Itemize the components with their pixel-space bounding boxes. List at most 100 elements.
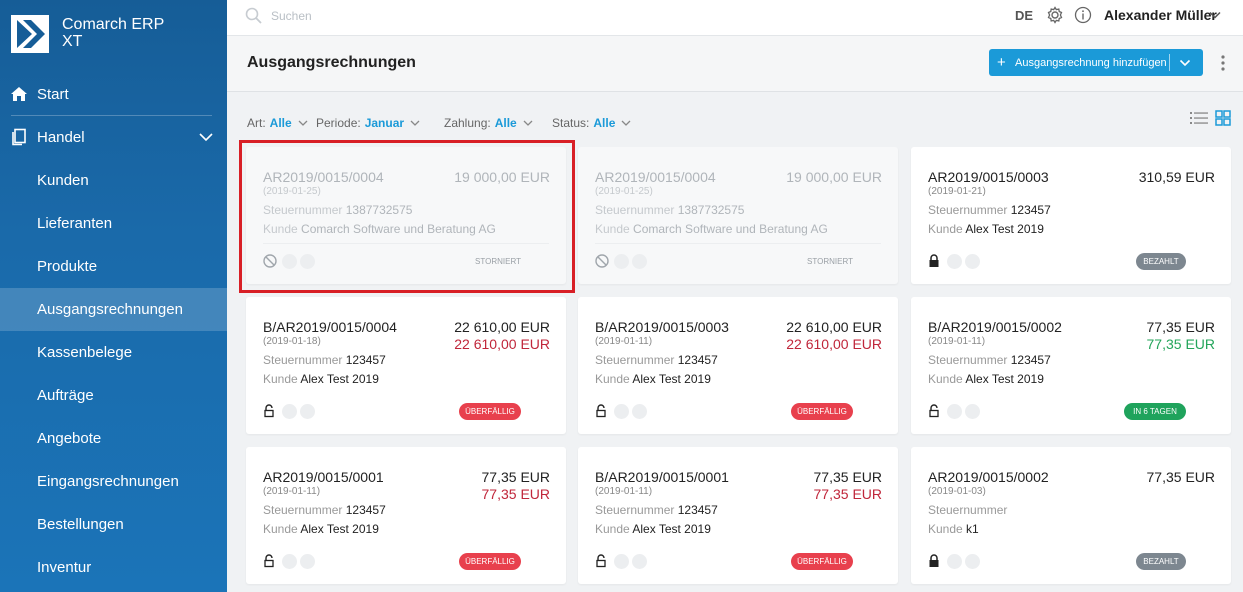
invoice-number: B/AR2019/0015/0002 [928, 319, 1062, 335]
home-icon [11, 87, 27, 101]
sidebar-item-label: Produkte [37, 258, 98, 275]
status-badge: IN 6 TAGEN [1124, 403, 1186, 420]
filter-zahlung[interactable]: Zahlung: Alle [444, 116, 533, 130]
status-dot [614, 254, 629, 269]
status-dot [947, 404, 962, 419]
app-title-line1: Comarch ERP [62, 16, 165, 33]
tax-number-label: Steuernummer [595, 503, 675, 517]
gear-icon[interactable] [1046, 6, 1064, 24]
tax-number-row: Steuernummer 123457 [928, 353, 1051, 367]
customer-label: Kunde [595, 222, 630, 236]
invoice-amount: 310,59 EUR [1138, 169, 1215, 185]
sidebar-item-label: Angebote [37, 430, 102, 447]
sidebar-item-eingangsrechnungen[interactable]: Eingangsrechnungen [0, 460, 227, 503]
tax-number-label: Steuernummer [595, 353, 675, 367]
sidebar-item-angebote[interactable]: Angebote [0, 417, 227, 460]
invoice-date: (2019-01-11) [595, 336, 653, 347]
invoice-card[interactable]: B/AR2019/0015/0004 22 610,00 EUR 22 610,00… [246, 297, 566, 434]
filter-value: Alle [494, 116, 517, 130]
more-options-icon[interactable] [1220, 54, 1226, 72]
chevron-down-icon[interactable] [1179, 57, 1191, 69]
tax-number-value: 123457 [345, 353, 386, 367]
customer-value: Alex Test 2019 [632, 372, 711, 386]
open-amount: 77,35 EUR [813, 486, 882, 502]
sidebar-item-produkte[interactable]: Produkte [0, 245, 227, 288]
invoice-card[interactable]: AR2019/0015/0003 310,59 EUR (2019-01-21) St… [911, 147, 1231, 284]
page-title: Ausgangsrechnungen [247, 54, 416, 71]
language-switch[interactable]: DE [1015, 8, 1033, 23]
invoice-date: (2019-01-25) [595, 186, 653, 197]
tax-number-value: 123457 [677, 503, 718, 517]
customer-value: Alex Test 2019 [632, 522, 711, 536]
invoice-amount: 77,35 EUR [481, 469, 550, 485]
customer-label: Kunde [263, 372, 298, 386]
invoice-card[interactable]: B/AR2019/0015/0003 22 610,00 EUR 22 610,00… [578, 297, 898, 434]
invoice-card[interactable]: B/AR2019/0015/0002 77,35 EUR 77,35 EUR (201… [911, 297, 1231, 434]
add-invoice-label: Ausgangsrechnung hinzufügen [1015, 56, 1167, 69]
filter-status[interactable]: Status: Alle [552, 116, 631, 130]
sidebar-item-ausgangsrechnungen[interactable]: Ausgangsrechnungen [0, 288, 227, 331]
customer-row: Kunde Alex Test 2019 [595, 372, 711, 386]
sidebar-item-label: Eingangsrechnungen [37, 473, 179, 490]
invoice-date: (2019-01-18) [263, 336, 321, 347]
chevron-down-icon[interactable] [199, 130, 213, 144]
sidebar-item-inventur[interactable]: Inventur [0, 546, 227, 589]
invoice-number: AR2019/0015/0001 [263, 469, 384, 485]
sidebar-item-kunden[interactable]: Kunden [0, 159, 227, 202]
tax-number-row: Steuernummer 1387732575 [595, 203, 744, 217]
invoice-card[interactable]: AR2019/0015/0002 77,35 EUR (2019-01-03) Ste… [911, 447, 1231, 584]
invoice-card[interactable]: AR2019/0015/0001 77,35 EUR 77,35 EUR (2019-… [246, 447, 566, 584]
tax-number-label: Steuernummer [595, 203, 675, 217]
invoice-card[interactable]: B/AR2019/0015/0001 77,35 EUR 77,35 EUR (201… [578, 447, 898, 584]
user-menu[interactable]: Alexander Müller [1104, 7, 1217, 23]
invoice-card[interactable]: AR2019/0015/0004 19 000,00 EUR (2019-01-25… [578, 147, 898, 284]
tax-number-row: Steuernummer 123457 [928, 203, 1051, 217]
status-badge: BEZAHLT [1136, 553, 1186, 570]
filter-art[interactable]: Art: Alle [247, 116, 308, 130]
grid-view-icon[interactable] [1215, 110, 1231, 126]
tax-number-row: Steuernummer 123457 [595, 353, 718, 367]
customer-label: Kunde [928, 222, 963, 236]
list-view-icon[interactable] [1190, 110, 1208, 126]
sidebar-item-kassenbelege[interactable]: Kassenbelege [0, 331, 227, 374]
status-dot [300, 404, 315, 419]
sidebar-item-label: Start [37, 86, 69, 103]
status-badge: ÜBERFÄLLIG [791, 403, 853, 420]
tax-number-label: Steuernummer [928, 203, 1008, 217]
status-dot [965, 554, 980, 569]
invoice-amount: 77,35 EUR [1146, 469, 1215, 485]
sidebar-item-start[interactable]: Start [0, 73, 227, 116]
chevron-down-icon [298, 120, 308, 126]
app-title: Comarch ERP XT [62, 16, 202, 50]
sidebar-item-bestellungen[interactable]: Bestellungen [0, 503, 227, 546]
sidebar-item-handel[interactable]: Handel [0, 116, 227, 159]
status-dot [282, 404, 297, 419]
filter-periode[interactable]: Periode: Januar [316, 116, 420, 130]
lock-open-icon [264, 554, 274, 568]
customer-value: Alex Test 2019 [300, 372, 379, 386]
sidebar-item-label: Ausgangsrechnungen [37, 301, 183, 318]
chevron-down-icon[interactable] [1209, 9, 1221, 21]
sidebar-item-auftraege[interactable]: Aufträge [0, 374, 227, 417]
status-badge: ÜBERFÄLLIG [459, 403, 521, 420]
info-icon[interactable] [1074, 6, 1092, 24]
customer-row: Kunde Alex Test 2019 [928, 372, 1044, 386]
topbar: DE Alexander Müller [227, 0, 1243, 36]
divider [1169, 54, 1170, 71]
invoice-amount: 22 610,00 EUR [786, 319, 882, 335]
invoice-date: (2019-01-11) [928, 336, 986, 347]
search-input[interactable] [271, 6, 571, 26]
invoice-date: (2019-01-11) [595, 486, 653, 497]
tax-number-label: Steuernummer [263, 353, 343, 367]
filter-label: Status: [552, 116, 590, 130]
customer-value: Alex Test 2019 [965, 372, 1044, 386]
status-badge: ÜBERFÄLLIG [459, 553, 521, 570]
customer-value: Alex Test 2019 [965, 222, 1044, 236]
sidebar-item-lieferanten[interactable]: Lieferanten [0, 202, 227, 245]
add-invoice-button[interactable]: + Ausgangsrechnung hinzufügen [989, 49, 1203, 76]
invoice-amount: 77,35 EUR [813, 469, 882, 485]
status-dot [632, 554, 647, 569]
lock-open-icon [596, 554, 606, 568]
page-header: Ausgangsrechnungen + Ausgangsrechnung hi… [227, 36, 1243, 92]
tax-number-value: 123457 [345, 503, 386, 517]
